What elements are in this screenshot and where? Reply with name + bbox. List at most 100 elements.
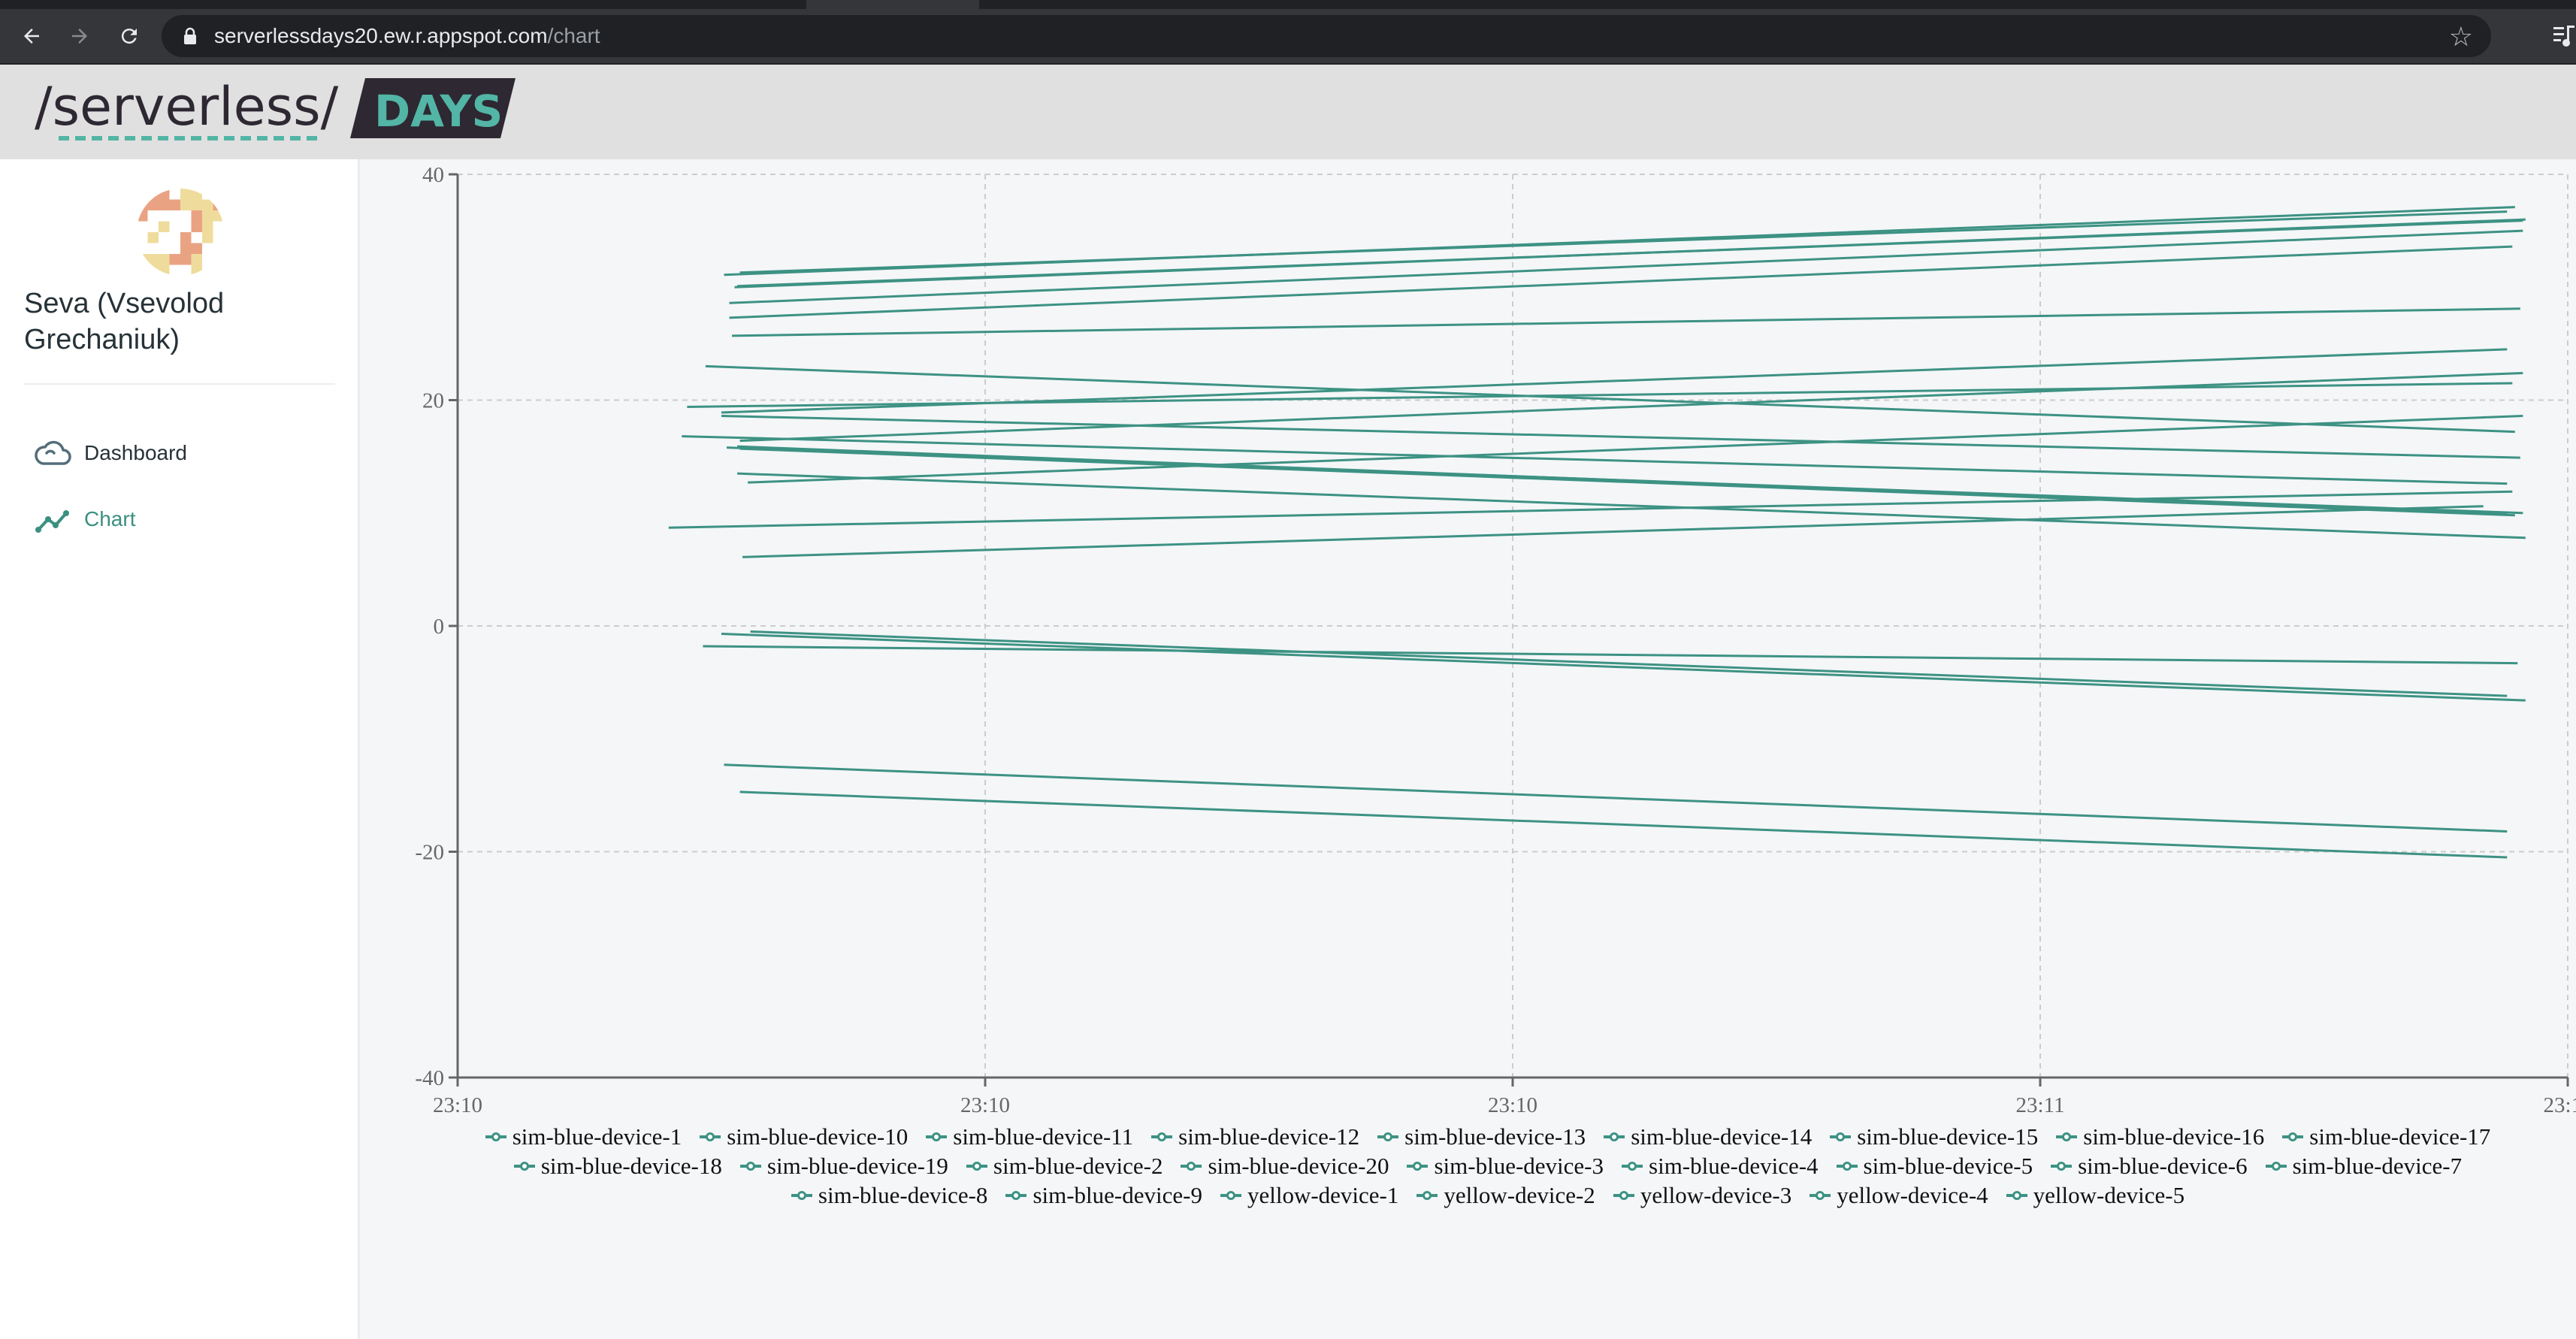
legend-label: yellow-device-5 xyxy=(2033,1182,2185,1208)
legend-line-marker-icon xyxy=(1151,1132,1173,1141)
legend-item[interactable]: sim-blue-device-1 xyxy=(485,1123,682,1150)
legend-label: sim-blue-device-13 xyxy=(1404,1123,1586,1150)
legend-item[interactable]: yellow-device-4 xyxy=(1810,1182,1988,1209)
legend-label: sim-blue-device-20 xyxy=(1208,1153,1389,1179)
series-line[interactable] xyxy=(732,307,2520,337)
legend-item[interactable]: sim-blue-device-9 xyxy=(1005,1182,1202,1209)
legend-line-marker-icon xyxy=(513,1162,535,1171)
legend-item[interactable]: sim-blue-device-2 xyxy=(966,1153,1163,1180)
series-line[interactable] xyxy=(682,435,2508,485)
series-line[interactable] xyxy=(724,763,2508,833)
legend-label: yellow-device-1 xyxy=(1247,1182,1399,1208)
legend-item[interactable]: sim-blue-device-20 xyxy=(1181,1153,1389,1180)
chart-series xyxy=(668,206,2526,859)
legend-label: sim-blue-device-7 xyxy=(2292,1153,2463,1179)
legend-line-marker-icon xyxy=(1181,1162,1202,1171)
series-line[interactable] xyxy=(748,415,2523,484)
legend-label: yellow-device-3 xyxy=(1640,1182,1792,1208)
series-line[interactable] xyxy=(721,633,2526,702)
legend-item[interactable]: sim-blue-device-15 xyxy=(1830,1123,2038,1150)
legend-item[interactable]: sim-blue-device-3 xyxy=(1407,1153,1604,1180)
legend-label: yellow-device-4 xyxy=(1837,1182,1988,1208)
legend-item[interactable]: sim-blue-device-4 xyxy=(1622,1153,1819,1180)
legend-line-marker-icon xyxy=(700,1132,721,1141)
legend-label: sim-blue-device-6 xyxy=(2078,1153,2248,1179)
legend-label: sim-blue-device-12 xyxy=(1178,1123,1360,1150)
legend-label: sim-blue-device-5 xyxy=(1863,1153,2033,1179)
legend-line-marker-icon xyxy=(2056,1132,2078,1141)
legend-line-marker-icon xyxy=(1604,1132,1625,1141)
legend-line-marker-icon xyxy=(1836,1162,1858,1171)
legend-line-marker-icon xyxy=(2265,1162,2287,1171)
chart-grid xyxy=(457,174,2568,1078)
legend-line-marker-icon xyxy=(1810,1191,1831,1200)
legend-item[interactable]: yellow-device-5 xyxy=(2006,1182,2184,1209)
x-tick-label: 23:10 xyxy=(1488,1093,1537,1117)
series-line[interactable] xyxy=(750,630,2508,697)
legend-item[interactable]: sim-blue-device-10 xyxy=(700,1123,908,1150)
series-line[interactable] xyxy=(737,219,2523,288)
legend-item[interactable]: sim-blue-device-18 xyxy=(513,1153,722,1180)
y-tick-label: 0 xyxy=(434,615,445,639)
legend-item[interactable]: yellow-device-2 xyxy=(1416,1182,1595,1209)
legend-label: sim-blue-device-14 xyxy=(1631,1123,1813,1150)
x-tick-label: 23:10 xyxy=(960,1093,1010,1117)
legend-line-marker-icon xyxy=(1416,1191,1438,1200)
legend-label: sim-blue-device-10 xyxy=(727,1123,909,1150)
legend-item[interactable]: sim-blue-device-16 xyxy=(2056,1123,2264,1150)
legend-line-marker-icon xyxy=(2282,1132,2304,1141)
series-line[interactable] xyxy=(721,348,2508,414)
legend-item[interactable]: sim-blue-device-14 xyxy=(1604,1123,1812,1150)
x-tick-label: 23:11 xyxy=(2544,1093,2576,1117)
legend-item[interactable]: yellow-device-1 xyxy=(1220,1182,1398,1209)
legend-label: sim-blue-device-16 xyxy=(2083,1123,2265,1150)
legend-line-marker-icon xyxy=(966,1162,987,1171)
legend-item[interactable]: sim-blue-device-11 xyxy=(926,1123,1133,1150)
legend-line-marker-icon xyxy=(791,1191,812,1200)
legend-line-marker-icon xyxy=(1220,1191,1241,1200)
legend-item[interactable]: sim-blue-device-12 xyxy=(1151,1123,1359,1150)
y-tick-label: 40 xyxy=(422,163,444,187)
legend-line-marker-icon xyxy=(1377,1132,1399,1141)
legend-item[interactable]: sim-blue-device-5 xyxy=(1836,1153,2033,1180)
chart-axes: 40 20 0 -20 -40 23:10 23:10 23:10 23:11 23:11 xyxy=(415,163,2576,1117)
series-line[interactable] xyxy=(703,645,2518,665)
legend-line-marker-icon xyxy=(2006,1191,2027,1200)
legend-item[interactable]: sim-blue-device-8 xyxy=(791,1182,988,1209)
series-line[interactable] xyxy=(729,245,2513,319)
legend-item[interactable]: sim-blue-device-6 xyxy=(2051,1153,2248,1180)
legend-item[interactable]: sim-blue-device-19 xyxy=(739,1153,948,1180)
legend-label: sim-blue-device-18 xyxy=(540,1153,722,1179)
legend-label: sim-blue-device-3 xyxy=(1434,1153,1604,1179)
legend-item[interactable]: sim-blue-device-17 xyxy=(2282,1123,2490,1150)
legend-label: sim-blue-device-17 xyxy=(2309,1123,2491,1150)
x-tick-label: 23:10 xyxy=(433,1093,482,1117)
x-tick-label: 23:11 xyxy=(2016,1093,2065,1117)
legend-line-marker-icon xyxy=(739,1162,761,1171)
legend-line-marker-icon xyxy=(1830,1132,1852,1141)
legend-item[interactable]: yellow-device-3 xyxy=(1613,1182,1791,1209)
series-line[interactable] xyxy=(668,490,2513,529)
legend-label: sim-blue-device-4 xyxy=(1649,1153,1819,1179)
legend-item[interactable]: sim-blue-device-13 xyxy=(1377,1123,1586,1150)
legend-label: sim-blue-device-2 xyxy=(993,1153,1163,1179)
series-line[interactable] xyxy=(739,790,2508,859)
legend-line-marker-icon xyxy=(2051,1162,2073,1171)
legend-line-marker-icon xyxy=(1622,1162,1643,1171)
legend-line-marker-icon xyxy=(1407,1162,1429,1171)
legend-line-marker-icon xyxy=(1613,1191,1634,1200)
y-tick-label: -20 xyxy=(415,841,444,865)
legend-label: sim-blue-device-11 xyxy=(953,1123,1134,1150)
y-tick-label: -40 xyxy=(415,1066,444,1090)
series-line[interactable] xyxy=(742,505,2484,558)
legend-label: sim-blue-device-19 xyxy=(766,1153,948,1179)
legend-label: sim-blue-device-15 xyxy=(1857,1123,2039,1150)
legend-label: sim-blue-device-8 xyxy=(818,1182,988,1208)
legend-line-marker-icon xyxy=(926,1132,948,1141)
legend-item[interactable]: sim-blue-device-7 xyxy=(2265,1153,2463,1180)
legend-line-marker-icon xyxy=(1005,1191,1027,1200)
legend-label: yellow-device-2 xyxy=(1444,1182,1595,1208)
chart-legend: sim-blue-device-1 sim-blue-device-10 sim-b… xyxy=(406,1121,2570,1209)
legend-label: sim-blue-device-9 xyxy=(1033,1182,1202,1208)
series-line[interactable] xyxy=(739,371,2523,443)
